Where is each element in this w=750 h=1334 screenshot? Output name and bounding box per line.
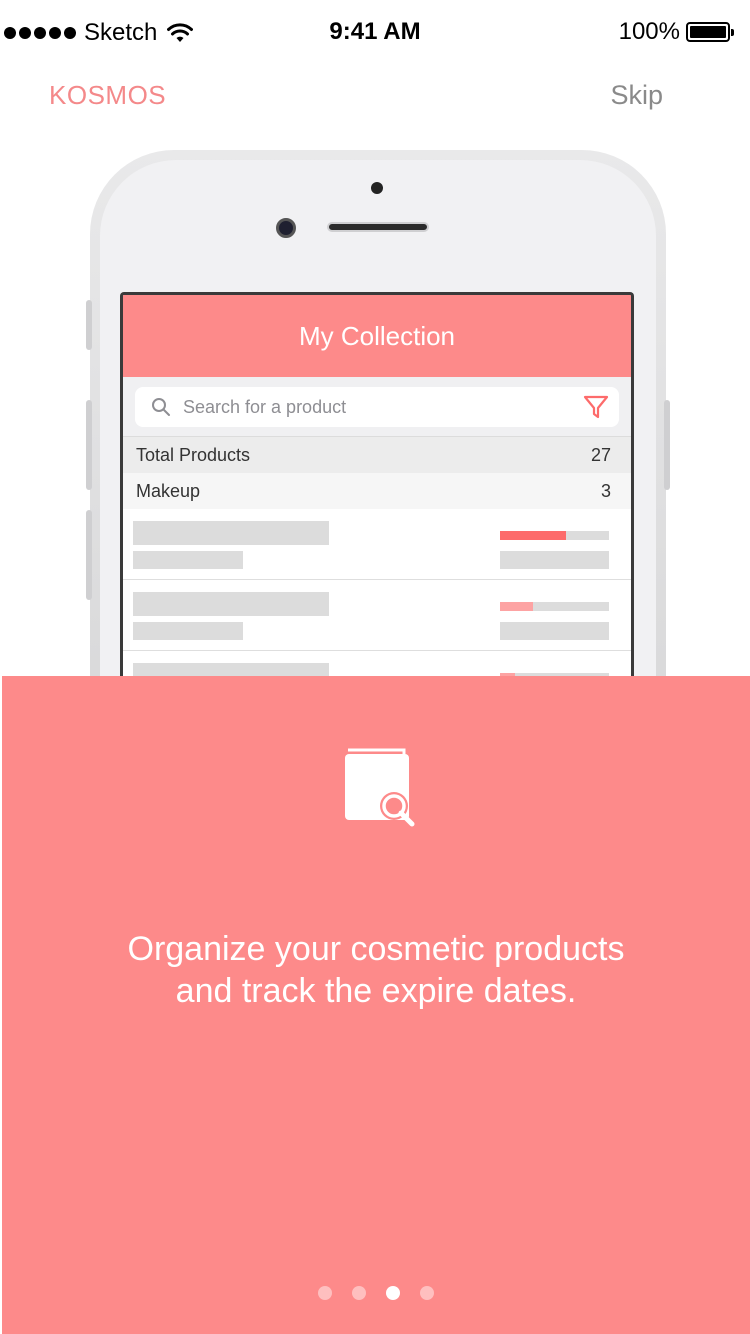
mockup-title: My Collection: [298, 320, 456, 351]
mockup-search-input: [183, 396, 583, 418]
page-dot-2[interactable]: [352, 1286, 366, 1300]
onboarding-panel: Organize your cosmetic products and trac…: [2, 676, 750, 1334]
product-name-placeholder: [133, 521, 329, 545]
phone-speaker: [327, 222, 429, 232]
mockup-screen: My Collection Total Products 27 Makeup 3: [120, 292, 634, 692]
onboarding-message: Organize your cosmetic products and trac…: [127, 930, 625, 1010]
battery-icon: [686, 22, 734, 42]
total-products-row: Total Products 27: [123, 437, 631, 473]
product-list-item: [123, 580, 631, 651]
search-icon: [152, 398, 170, 416]
status-bar-right: 100%: [618, 18, 734, 46]
expiry-progress-bar: [500, 602, 609, 611]
expiry-progress-bar: [500, 531, 609, 540]
product-list-item: [123, 509, 631, 580]
brand-logo-text: KOSMOS: [49, 80, 167, 110]
expiry-progress-fill: [500, 531, 567, 540]
battery-percent: 100%: [618, 18, 680, 45]
expiry-date-placeholder: [500, 622, 609, 640]
product-brand-placeholder: [133, 622, 243, 640]
phone-power-button: [664, 400, 670, 490]
phone-front-camera: [276, 218, 296, 238]
makeup-label: Makeup: [136, 480, 201, 501]
makeup-value: 3: [600, 480, 611, 501]
skip-button[interactable]: Skip: [610, 80, 663, 111]
book-search-icon: [345, 748, 415, 827]
expiry-date-placeholder: [500, 551, 609, 569]
mockup-search-box: [135, 387, 619, 427]
page-dot-4[interactable]: [420, 1286, 434, 1300]
phone-mute-switch: [86, 300, 92, 350]
page-dot-3[interactable]: [386, 1286, 400, 1300]
phone-sensor-dot: [371, 182, 383, 194]
filter-icon: [583, 395, 609, 419]
total-products-value: 27: [590, 444, 611, 465]
status-bar: Sketch 9:41 AM 100%: [0, 0, 750, 64]
page-dot-1[interactable]: [318, 1286, 332, 1300]
mockup-header: My Collection: [123, 295, 631, 377]
page-indicator[interactable]: [2, 1286, 750, 1300]
product-name-placeholder: [133, 592, 329, 616]
total-products-label: Total Products: [136, 444, 251, 465]
phone-volume-down: [86, 510, 92, 600]
makeup-row: Makeup 3: [123, 473, 631, 509]
mockup-search-bar: [123, 377, 631, 437]
product-brand-placeholder: [133, 551, 243, 569]
phone-volume-up: [86, 400, 92, 490]
expiry-progress-fill: [500, 602, 533, 611]
